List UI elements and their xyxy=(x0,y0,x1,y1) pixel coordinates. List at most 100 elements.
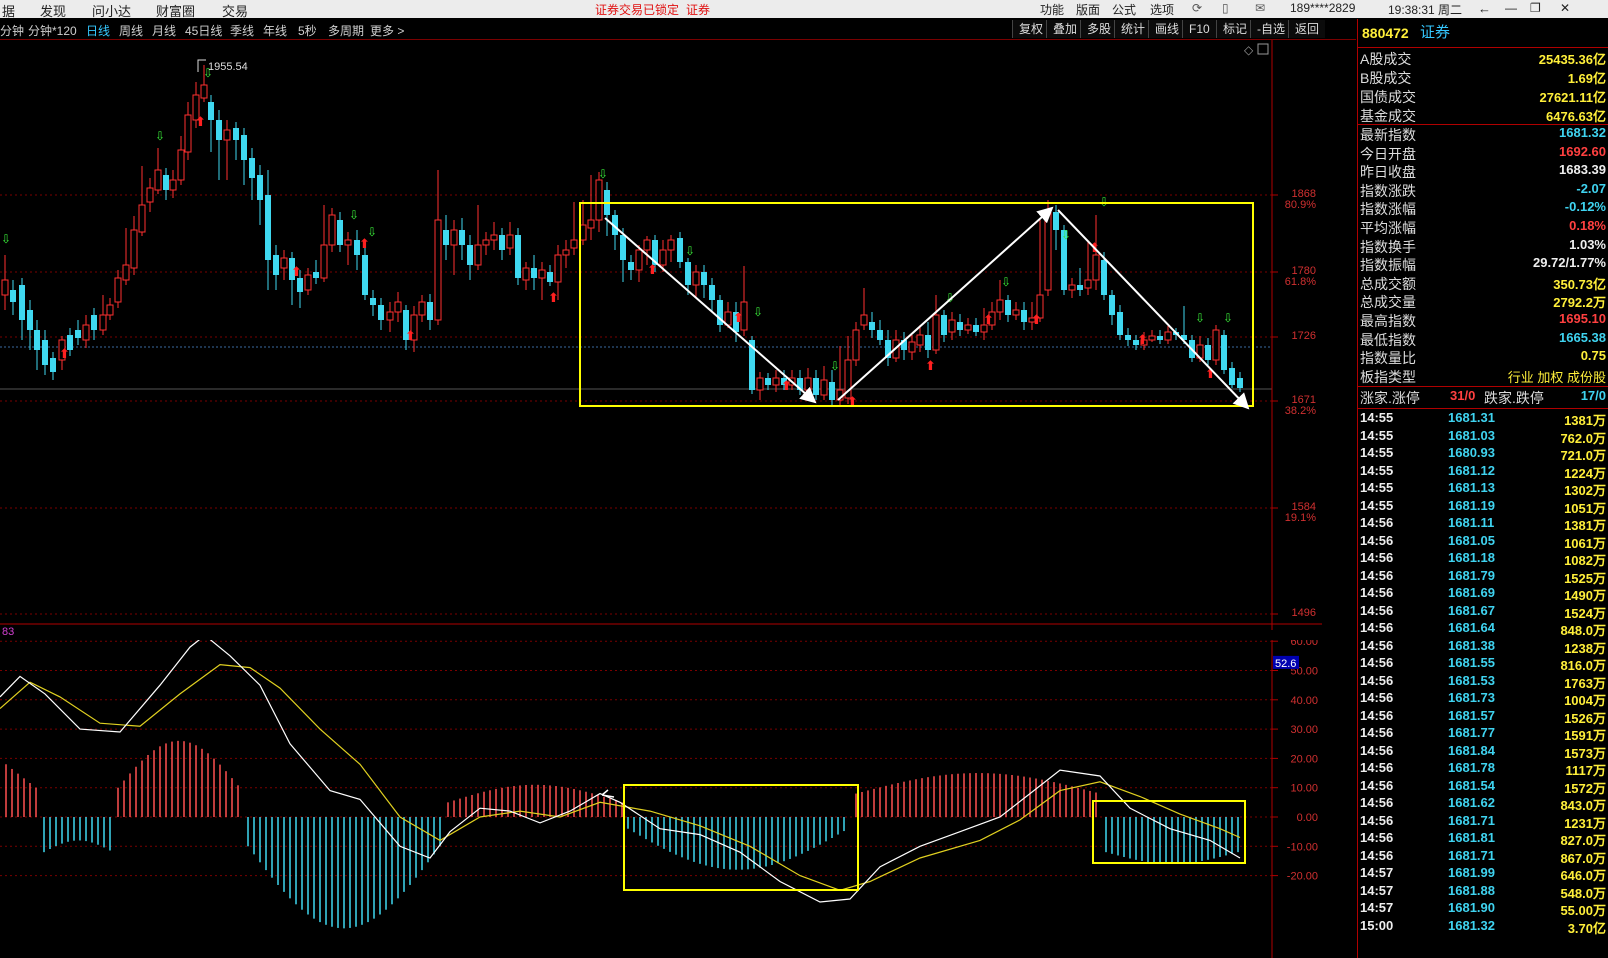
candle-body xyxy=(394,301,402,313)
tool-overlay[interactable]: 叠加 xyxy=(1046,20,1084,38)
period-weekly[interactable]: 周线 xyxy=(119,22,143,39)
candle-body xyxy=(370,298,376,305)
indicator-tick-label: 20.00 xyxy=(1290,753,1318,765)
tick-price: 1680.93 xyxy=(1448,445,1495,460)
period-5sec[interactable]: 5秒 xyxy=(298,22,317,39)
tick-volume: 1526万 xyxy=(1564,710,1606,726)
period-monthly[interactable]: 月线 xyxy=(152,22,176,39)
period-45day[interactable]: 45日线 xyxy=(185,22,222,39)
candle-body xyxy=(860,314,868,326)
tick-time: 14:56 xyxy=(1360,725,1394,740)
trade-lock-notice[interactable]: 证券交易已锁定 xyxy=(595,1,679,18)
tick-time: 14:57 xyxy=(1360,900,1394,915)
tick-time: 14:55 xyxy=(1360,427,1394,443)
refresh-icon[interactable]: ⟳ xyxy=(1192,1,1202,15)
nav-back-icon[interactable]: ← xyxy=(1478,1,1491,16)
candle-body xyxy=(184,114,192,153)
candle-body xyxy=(506,234,514,249)
phone-icon[interactable]: ▯ xyxy=(1222,1,1229,15)
tick-price: 1681.57 xyxy=(1448,707,1495,723)
period-daily[interactable]: 日线 xyxy=(86,22,110,39)
menu-layout[interactable]: 版面 xyxy=(1076,1,1100,18)
stock-header: 880472 证券 xyxy=(1358,19,1608,48)
trade-lock-suffix: 证券 xyxy=(686,3,711,17)
menu-options[interactable]: 选项 xyxy=(1150,1,1174,18)
user-id[interactable]: 189****2829 xyxy=(1290,1,1355,15)
candle-body xyxy=(877,330,883,340)
menu-item-wenxiaoda[interactable]: 问小达 xyxy=(92,1,131,20)
menu-item-discover[interactable]: 发现 xyxy=(40,1,66,20)
tick-price: 1681.71 xyxy=(1448,812,1495,828)
period-more[interactable]: 更多 > xyxy=(370,22,404,39)
tool-multi-stock[interactable]: 多股 xyxy=(1080,20,1118,38)
stock-name: 证券 xyxy=(1420,24,1451,41)
market-row-value: 1.69亿 xyxy=(1567,71,1606,86)
tool-mark[interactable]: 标记 xyxy=(1216,20,1254,38)
candle-body xyxy=(99,314,107,331)
candle-body xyxy=(337,220,343,245)
menu-function[interactable]: 功能 xyxy=(1040,1,1064,18)
stat-row-label: 指数涨幅 xyxy=(1360,201,1416,218)
tick-time: 14:56 xyxy=(1360,847,1394,863)
market-row: 国债成交 27621.11亿 xyxy=(1360,87,1606,106)
candle-body xyxy=(948,319,956,333)
period-yearly[interactable]: 年线 xyxy=(263,22,287,39)
candle-body xyxy=(313,272,319,278)
candle-body xyxy=(973,325,979,332)
tick-time: 14:56 xyxy=(1360,620,1394,635)
down-signal-arrow-icon: ⇩ xyxy=(753,305,763,319)
candle-body xyxy=(42,340,48,365)
candle-body xyxy=(1148,335,1156,341)
candle-body xyxy=(499,235,505,250)
indicator-tick-label: 0.00 xyxy=(1297,812,1318,824)
tick-price: 1681.13 xyxy=(1448,480,1495,495)
period-multi[interactable]: 多周期 xyxy=(328,22,364,39)
candle-body xyxy=(1012,309,1020,316)
stat-row: 指数涨幅 -0.12% xyxy=(1360,199,1606,218)
macd-indicator-chart[interactable]: 60.0050.0040.0030.0020.0010.000.00-10.00… xyxy=(0,640,1322,958)
menu-item-trade[interactable]: 交易 xyxy=(222,1,248,20)
title-bar: 据 发现 问小达 财富圈 交易 证券交易已锁定 证券 功能 版面 公式 选项 ⟳… xyxy=(0,0,1608,20)
stat-row: 平均涨幅 0.18% xyxy=(1360,218,1606,237)
tool-f10[interactable]: F10 xyxy=(1182,20,1216,38)
menu-formula[interactable]: 公式 xyxy=(1112,1,1136,18)
tool-remove-watchlist[interactable]: -自选 xyxy=(1250,20,1291,38)
tick-row: 14:55 1681.03 762.0万 xyxy=(1360,428,1606,446)
period-minute[interactable]: 分钟 xyxy=(0,22,24,39)
restore-icon[interactable]: ❐ xyxy=(1530,1,1541,15)
candle-body xyxy=(957,322,963,330)
highlight-box xyxy=(579,202,1254,407)
mail-icon[interactable]: ✉ xyxy=(1255,1,1265,15)
menu-item-data[interactable]: 据 xyxy=(2,1,15,20)
candlestick-chart[interactable]: ⇩⇩⇩⇩⇩⇩⇩⇩⇩⇩⇩⇩⇩⇩⇩⬆⬆⬆⬆⬆⬆⬆⬆⬆⬆⬆⬆⬆⬆⬆⬆ 186880.9… xyxy=(0,40,1322,630)
board-type-value[interactable]: 行业 加权 成份股 xyxy=(1508,367,1606,386)
minimize-icon[interactable]: — xyxy=(1505,1,1517,15)
candles xyxy=(1,65,1243,406)
candle-body xyxy=(765,378,771,385)
indicator-tick-label: -10.00 xyxy=(1287,841,1318,853)
market-row-label: 基金成交 xyxy=(1360,108,1416,124)
divider xyxy=(1358,408,1608,409)
stat-row: 指数涨跌 -2.07 xyxy=(1360,181,1606,200)
panel-toggle-icon[interactable] xyxy=(1257,43,1269,55)
period-minute-120[interactable]: 分钟*120 xyxy=(28,22,77,39)
candle-body xyxy=(273,255,279,275)
tool-back[interactable]: 返回 xyxy=(1288,20,1326,38)
tick-row: 14:55 1681.31 1381万 xyxy=(1360,410,1606,428)
candle-body xyxy=(208,102,214,120)
candle-body xyxy=(852,329,860,361)
tick-volume: 1231万 xyxy=(1564,815,1606,831)
close-icon[interactable]: ✕ xyxy=(1560,1,1570,15)
tool-statistics[interactable]: 统计 xyxy=(1114,20,1152,38)
diamond-icon[interactable]: ◇ xyxy=(1244,43,1254,57)
tick-price: 1681.73 xyxy=(1448,690,1495,705)
candle-body xyxy=(554,254,562,283)
tool-restore-rights[interactable]: 复权 xyxy=(1012,20,1050,38)
candle-body xyxy=(1125,335,1131,340)
candle-body xyxy=(547,272,553,282)
menu-item-caifuquan[interactable]: 财富圈 xyxy=(156,1,195,20)
stat-row-label: 今日开盘 xyxy=(1360,145,1416,162)
candle-body xyxy=(820,379,828,396)
tool-draw-line[interactable]: 画线 xyxy=(1148,20,1186,38)
period-quarterly[interactable]: 季线 xyxy=(230,22,254,39)
